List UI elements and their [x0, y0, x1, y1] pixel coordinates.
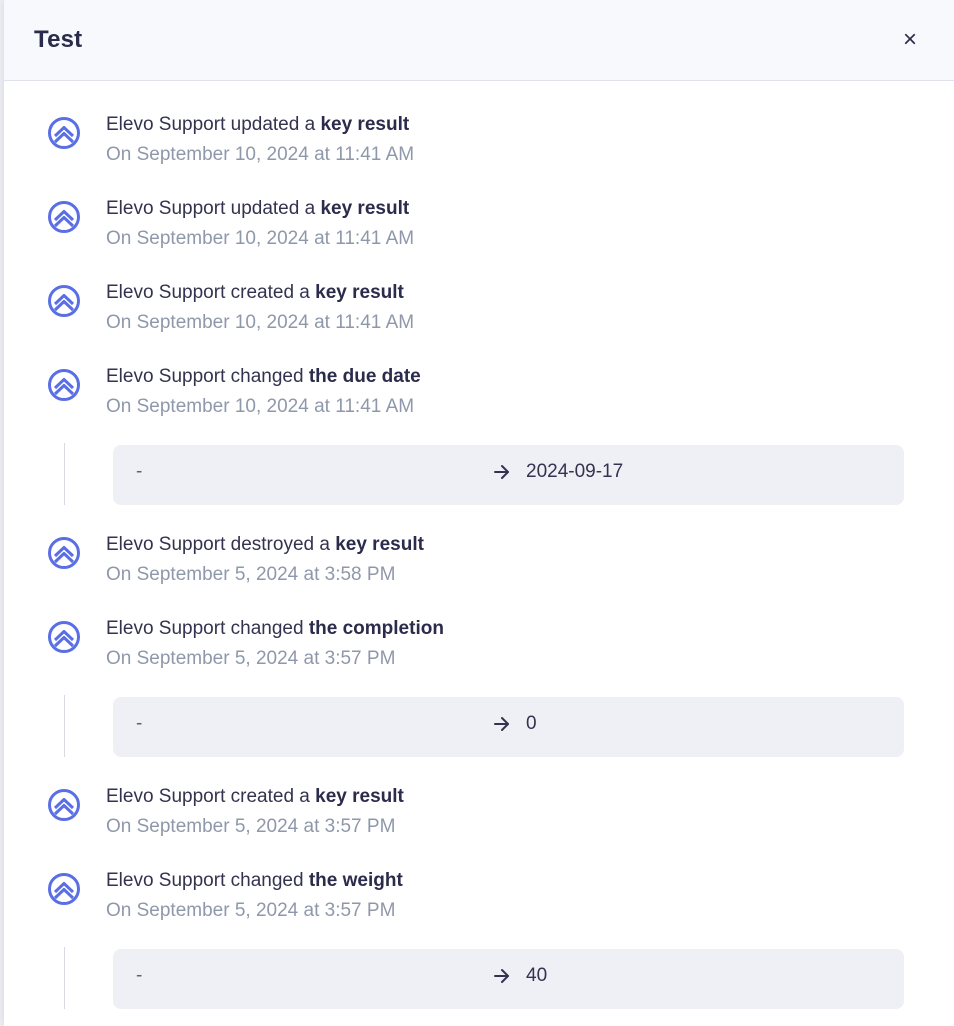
change-old-value: - — [136, 461, 143, 482]
entry-actor: Elevo Support — [106, 618, 226, 639]
entry-target: the completion — [308, 618, 444, 639]
arrow-right-icon — [494, 465, 509, 479]
elevo-logo-icon — [48, 537, 80, 569]
entry-text: Elevo Support destroyed a key result On … — [106, 530, 424, 590]
entry-action: created a — [225, 786, 316, 807]
timeline-connector — [64, 947, 65, 1009]
change-box: - 40 — [113, 949, 904, 1009]
elevo-logo-icon — [48, 789, 80, 821]
entry-text: Elevo Support changed the completion On … — [106, 614, 444, 674]
entry-message: Elevo Support created a key result — [106, 782, 404, 812]
activity-entry: Elevo Support destroyed a key result On … — [4, 530, 954, 614]
entry-action: updated a — [225, 114, 321, 135]
activity-entry: Elevo Support created a key result On Se… — [4, 278, 954, 362]
entry-target: key result — [315, 282, 404, 303]
entry-message: Elevo Support updated a key result — [106, 110, 414, 140]
entry-actor: Elevo Support — [106, 534, 226, 555]
elevo-logo-icon — [48, 285, 80, 317]
entry-timestamp: On September 10, 2024 at 11:41 AM — [106, 228, 415, 249]
drawer-header: Test × — [4, 0, 954, 81]
activity-entry: Elevo Support changed the due date On Se… — [4, 362, 954, 446]
timeline-connector — [64, 443, 65, 505]
entry-text: Elevo Support updated a key result On Se… — [106, 110, 414, 170]
change-old-value: - — [136, 713, 143, 734]
entry-target: the weight — [308, 870, 403, 891]
arrow-right-icon — [494, 969, 509, 983]
entry-actor: Elevo Support — [106, 282, 226, 303]
entry-timestamp: On September 10, 2024 at 11:41 AM — [106, 144, 415, 165]
entry-actor: Elevo Support — [106, 114, 226, 135]
entry-timestamp: On September 5, 2024 at 3:57 PM — [106, 900, 396, 921]
entry-target: key result — [335, 534, 424, 555]
entry-message: Elevo Support changed the due date — [106, 362, 421, 392]
activity-drawer: Test × Elevo Support updated a key resul… — [4, 0, 954, 1026]
elevo-logo-icon — [48, 873, 80, 905]
timeline-connector — [64, 695, 65, 757]
entry-timestamp: On September 5, 2024 at 3:58 PM — [106, 564, 396, 585]
change-detail: - 0 — [4, 695, 954, 782]
change-new-value: 40 — [526, 965, 548, 986]
activity-entry: Elevo Support updated a key result On Se… — [4, 110, 954, 194]
activity-entry: Elevo Support created a key result On Se… — [4, 782, 954, 866]
activity-entry: Elevo Support updated a key result On Se… — [4, 194, 954, 278]
elevo-logo-icon — [48, 621, 80, 653]
entry-text: Elevo Support created a key result On Se… — [106, 278, 414, 338]
entry-timestamp: On September 5, 2024 at 3:57 PM — [106, 816, 396, 837]
entry-text: Elevo Support changed the due date On Se… — [106, 362, 421, 422]
change-box: - 2024-09-17 — [113, 445, 904, 505]
entry-timestamp: On September 10, 2024 at 11:41 AM — [106, 312, 415, 333]
entry-action: changed — [225, 870, 309, 891]
entry-message: Elevo Support destroyed a key result — [106, 530, 424, 560]
change-new-value: 0 — [526, 713, 537, 734]
entry-message: Elevo Support changed the completion — [106, 614, 444, 644]
entry-text: Elevo Support created a key result On Se… — [106, 782, 404, 842]
entry-action: changed — [225, 366, 309, 387]
entry-target: key result — [320, 114, 410, 135]
entry-message: Elevo Support changed the weight — [106, 866, 403, 896]
change-new-value: 2024-09-17 — [526, 461, 624, 482]
change-detail: - 2024-09-17 — [4, 443, 954, 530]
entry-actor: Elevo Support — [106, 198, 226, 219]
elevo-logo-icon — [48, 117, 80, 149]
entry-target: key result — [320, 198, 410, 219]
entry-timestamp: On September 5, 2024 at 3:57 PM — [106, 648, 396, 669]
activity-entry: Elevo Support changed the completion On … — [4, 614, 954, 698]
arrow-right-icon — [494, 717, 509, 731]
entry-action: created a — [225, 282, 316, 303]
entry-message: Elevo Support updated a key result — [106, 194, 414, 224]
entry-actor: Elevo Support — [106, 366, 226, 387]
drawer-title: Test — [34, 26, 83, 53]
entry-text: Elevo Support changed the weight On Sept… — [106, 866, 403, 926]
entry-target: the due date — [308, 366, 421, 387]
entry-actor: Elevo Support — [106, 870, 226, 891]
close-button[interactable]: × — [896, 26, 924, 54]
entry-timestamp: On September 10, 2024 at 11:41 AM — [106, 396, 415, 417]
entry-action: changed — [225, 618, 309, 639]
entry-target: key result — [315, 786, 404, 807]
entry-actor: Elevo Support — [106, 786, 226, 807]
elevo-logo-icon — [48, 369, 80, 401]
activity-feed: Elevo Support updated a key result On Se… — [4, 81, 954, 1026]
activity-entry: Elevo Support changed the weight On Sept… — [4, 866, 954, 950]
entry-message: Elevo Support created a key result — [106, 278, 414, 308]
change-box: - 0 — [113, 697, 904, 757]
elevo-logo-icon — [48, 201, 80, 233]
change-detail: - 40 — [4, 947, 954, 1026]
change-old-value: - — [136, 965, 143, 986]
entry-action: destroyed a — [225, 534, 336, 555]
entry-action: updated a — [225, 198, 321, 219]
close-icon: × — [902, 26, 917, 53]
entry-text: Elevo Support updated a key result On Se… — [106, 194, 414, 254]
